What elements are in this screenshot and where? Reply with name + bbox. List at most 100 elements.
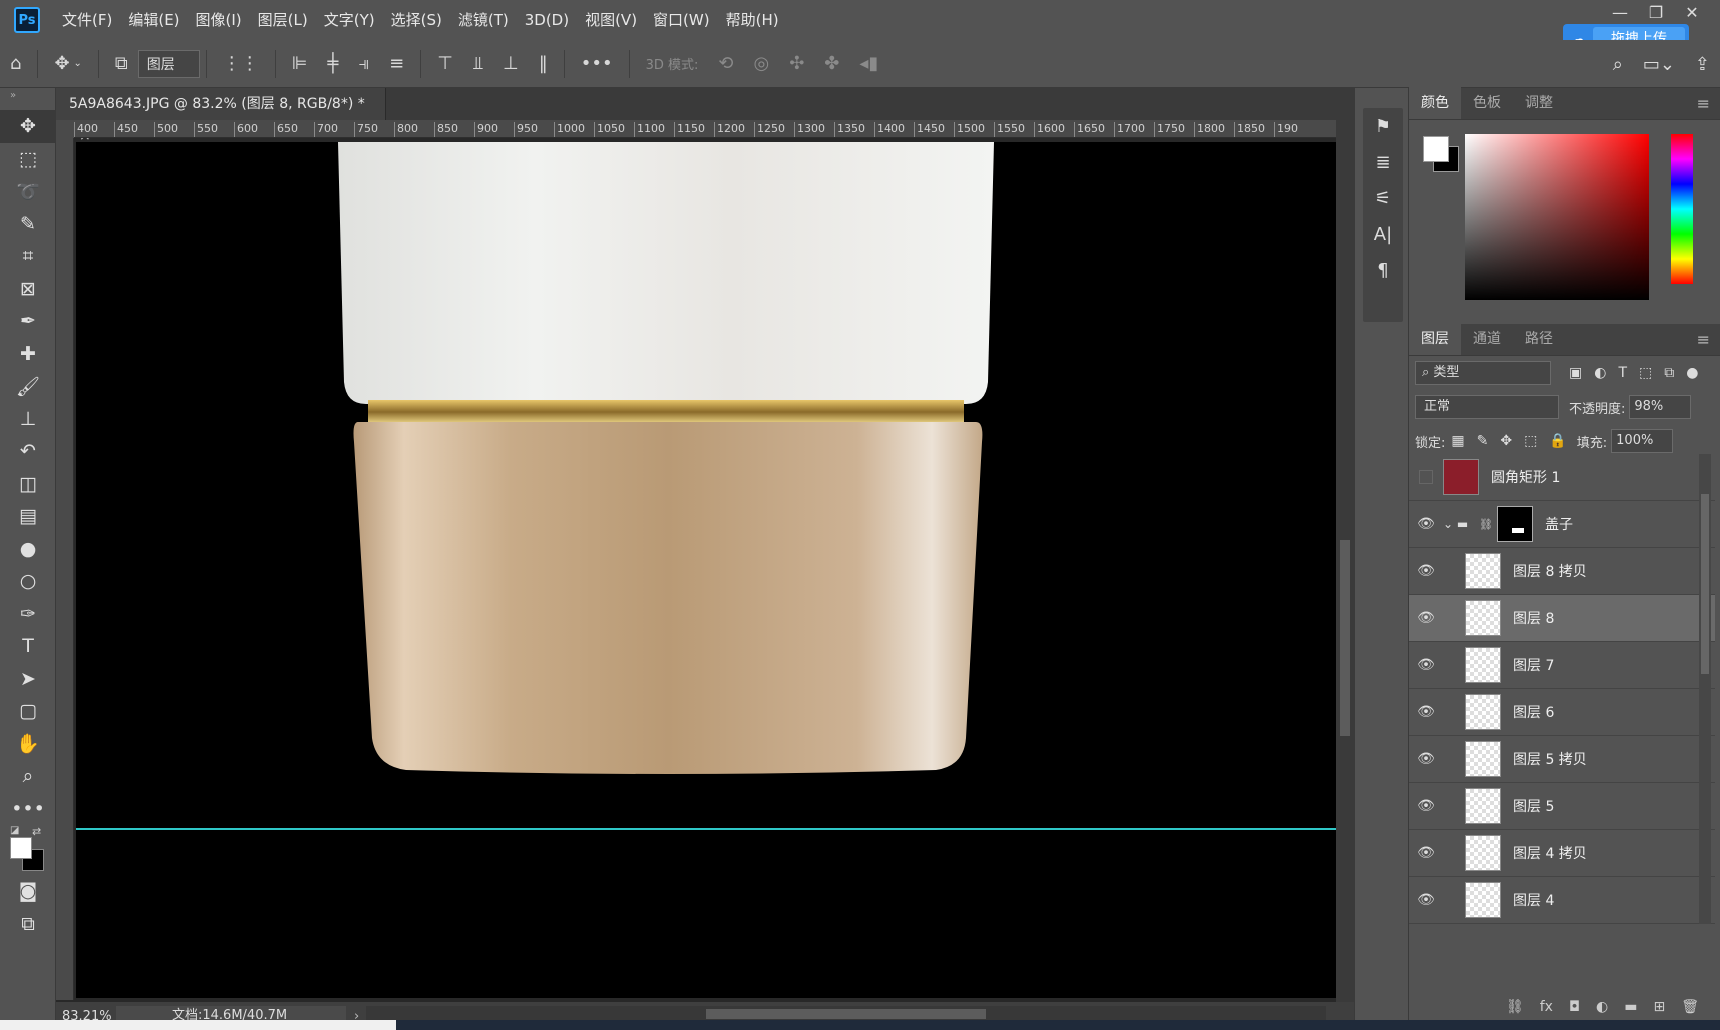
swap-colors-icon[interactable]: ⇄ <box>32 825 41 838</box>
move-tool-icon[interactable]: ✥ ⌄ <box>54 53 81 74</box>
menu-item[interactable]: 编辑(E) <box>120 0 187 40</box>
layer-thumbnail[interactable] <box>1465 788 1501 824</box>
menu-item[interactable]: 3D(D) <box>517 0 577 40</box>
lock-all-icon[interactable]: 🔒 <box>1549 433 1566 449</box>
foreground-color-swatch[interactable] <box>1423 136 1449 162</box>
vertical-scrollbar[interactable] <box>1336 120 1354 1002</box>
quick-mask-icon[interactable]: ◙ <box>0 875 56 908</box>
layer-row[interactable]: 👁 图层 8 <box>1409 595 1715 642</box>
layer-row[interactable]: 👁 图层 5 拷贝 <box>1409 736 1715 783</box>
menu-item[interactable]: 文件(F) <box>54 0 120 40</box>
menu-item[interactable]: 图层(L) <box>250 0 316 40</box>
kind-filter-dropdown[interactable]: ⌕ 类型 <box>1415 361 1551 385</box>
crop-tool-icon[interactable]: ⌗ <box>0 240 56 273</box>
new-layer-icon[interactable]: ⊞ <box>1653 999 1665 1015</box>
guide-line[interactable] <box>76 828 1336 830</box>
3d-pan-icon[interactable]: ✣ <box>789 53 804 74</box>
mask-link-icon[interactable]: ⛓ <box>1479 518 1493 531</box>
transform-controls-icon[interactable]: ⋮⋮ <box>223 53 259 74</box>
path-select-icon[interactable]: ➤ <box>0 663 56 696</box>
horizontal-ruler[interactable]: 400 450 500 550 600 650 700 750 800 850 900 950 1000… <box>74 120 1336 138</box>
distribute-icon[interactable]: ≡ <box>389 53 404 74</box>
tab-layers[interactable]: 图层 <box>1409 323 1461 355</box>
visibility-eye-icon[interactable] <box>1409 469 1443 485</box>
taskbar-window[interactable] <box>0 1020 396 1030</box>
eraser-tool-icon[interactable]: ◫ <box>0 468 56 501</box>
layer-thumbnail[interactable] <box>1465 835 1501 871</box>
visibility-eye-icon[interactable]: 👁 <box>1409 892 1443 908</box>
pen-tool-icon[interactable]: ✑ <box>0 598 56 631</box>
layer-row[interactable]: 👁 图层 8 拷贝 <box>1409 548 1715 595</box>
3d-orbit-icon[interactable]: ⟲ <box>718 53 733 74</box>
link-layers-icon[interactable]: ⛓ <box>1506 999 1524 1015</box>
tab-channels[interactable]: 通道 <box>1461 323 1513 355</box>
layers-scrollbar[interactable] <box>1699 454 1711 924</box>
visibility-eye-icon[interactable]: 👁 <box>1409 516 1443 532</box>
ruler-origin[interactable] <box>56 120 74 138</box>
pixel-filter-icon[interactable]: ▣ <box>1569 365 1582 381</box>
add-mask-icon[interactable]: ◘ <box>1569 999 1580 1015</box>
scroll-thumb[interactable] <box>1701 494 1709 674</box>
menu-item[interactable]: 视图(V) <box>577 0 645 40</box>
layer-row[interactable]: 👁 图层 7 <box>1409 642 1715 689</box>
clone-stamp-icon[interactable]: ⊥ <box>0 403 56 436</box>
toolbox-collapse-icon[interactable]: » <box>0 88 55 110</box>
lock-artboard-icon[interactable]: ⬚ <box>1524 433 1537 449</box>
layer-row[interactable]: 👁 图层 6 <box>1409 689 1715 736</box>
properties-icon[interactable]: ⚟ <box>1363 180 1403 216</box>
lock-position-icon[interactable]: ✥ <box>1500 433 1512 449</box>
marquee-tool-icon[interactable]: ⬚ <box>0 143 56 176</box>
hand-tool-icon[interactable]: ✋ <box>0 728 56 761</box>
menu-item[interactable]: 选择(S) <box>383 0 450 40</box>
align-vcenter-icon[interactable]: ⫫ <box>473 53 483 74</box>
color-picker-field[interactable] <box>1465 134 1649 300</box>
more-tools-icon[interactable]: ••• <box>0 793 56 826</box>
history-brush-icon[interactable]: ↶ <box>0 435 56 468</box>
layer-thumbnail[interactable] <box>1443 459 1479 495</box>
layer-thumbnail[interactable] <box>1465 600 1501 636</box>
hue-slider[interactable] <box>1671 134 1693 284</box>
3d-slide-icon[interactable]: ✤ <box>824 53 839 74</box>
auto-select-icon[interactable]: ⧉ <box>115 53 128 74</box>
canvas[interactable] <box>76 142 1336 998</box>
distribute-v-icon[interactable]: ‖ <box>539 53 548 74</box>
shape-filter-icon[interactable]: ⬚ <box>1639 365 1652 381</box>
type-filter-icon[interactable]: T <box>1618 365 1627 381</box>
color-swatches[interactable]: ◪ ⇄ <box>0 825 56 875</box>
libraries-icon[interactable]: ⚑ <box>1363 108 1403 144</box>
layer-thumbnail[interactable] <box>1465 694 1501 730</box>
menu-item[interactable]: 图像(I) <box>188 0 250 40</box>
visibility-eye-icon[interactable]: 👁 <box>1409 563 1443 579</box>
dodge-tool-icon[interactable]: ○ <box>0 565 56 598</box>
visibility-eye-icon[interactable]: 👁 <box>1409 798 1443 814</box>
share-icon[interactable]: ⇪ <box>1695 54 1710 75</box>
default-colors-icon[interactable]: ◪ <box>10 825 19 836</box>
auto-select-dropdown[interactable]: 图层 <box>137 49 200 78</box>
vertical-ruler[interactable] <box>56 138 74 1000</box>
type-tool-icon[interactable]: T <box>0 630 56 663</box>
foreground-swatch[interactable] <box>10 837 32 859</box>
screen-mode-icon[interactable]: ⧉ <box>0 908 56 941</box>
gradient-tool-icon[interactable]: ▤ <box>0 500 56 533</box>
minimize-icon[interactable]: — <box>1602 0 1638 26</box>
layer-thumbnail[interactable] <box>1465 553 1501 589</box>
layer-row[interactable]: 👁 图层 4 <box>1409 877 1715 924</box>
delete-layer-icon[interactable]: 🗑 <box>1681 999 1699 1015</box>
new-group-icon[interactable]: ▬ <box>1624 999 1637 1015</box>
align-top-icon[interactable]: ⊤ <box>437 53 453 74</box>
close-window-icon[interactable]: ✕ <box>1674 0 1710 26</box>
document-tab[interactable]: 5A9A8643.JPG @ 83.2% (图层 8, RGB/8*) * × <box>56 88 386 144</box>
3d-camera-icon[interactable]: ◂▮ <box>859 53 878 74</box>
align-hcenter-icon[interactable]: ╪ <box>327 53 338 74</box>
home-icon[interactable]: ⌂ <box>10 53 21 74</box>
restore-icon[interactable]: ❐ <box>1638 0 1674 26</box>
layer-thumbnail[interactable] <box>1465 741 1501 777</box>
tab-adjustments[interactable]: 调整 <box>1513 87 1565 119</box>
3d-roll-icon[interactable]: ◎ <box>753 53 769 74</box>
layer-row[interactable]: 👁 图层 4 拷贝 <box>1409 830 1715 877</box>
menu-item[interactable]: 文字(Y) <box>316 0 383 40</box>
paragraph-icon[interactable]: ¶ <box>1363 252 1403 288</box>
lock-transparency-icon[interactable]: ▦ <box>1451 433 1464 449</box>
quick-select-tool-icon[interactable]: ✎ <box>0 208 56 241</box>
fx-icon[interactable]: fx <box>1540 999 1553 1015</box>
